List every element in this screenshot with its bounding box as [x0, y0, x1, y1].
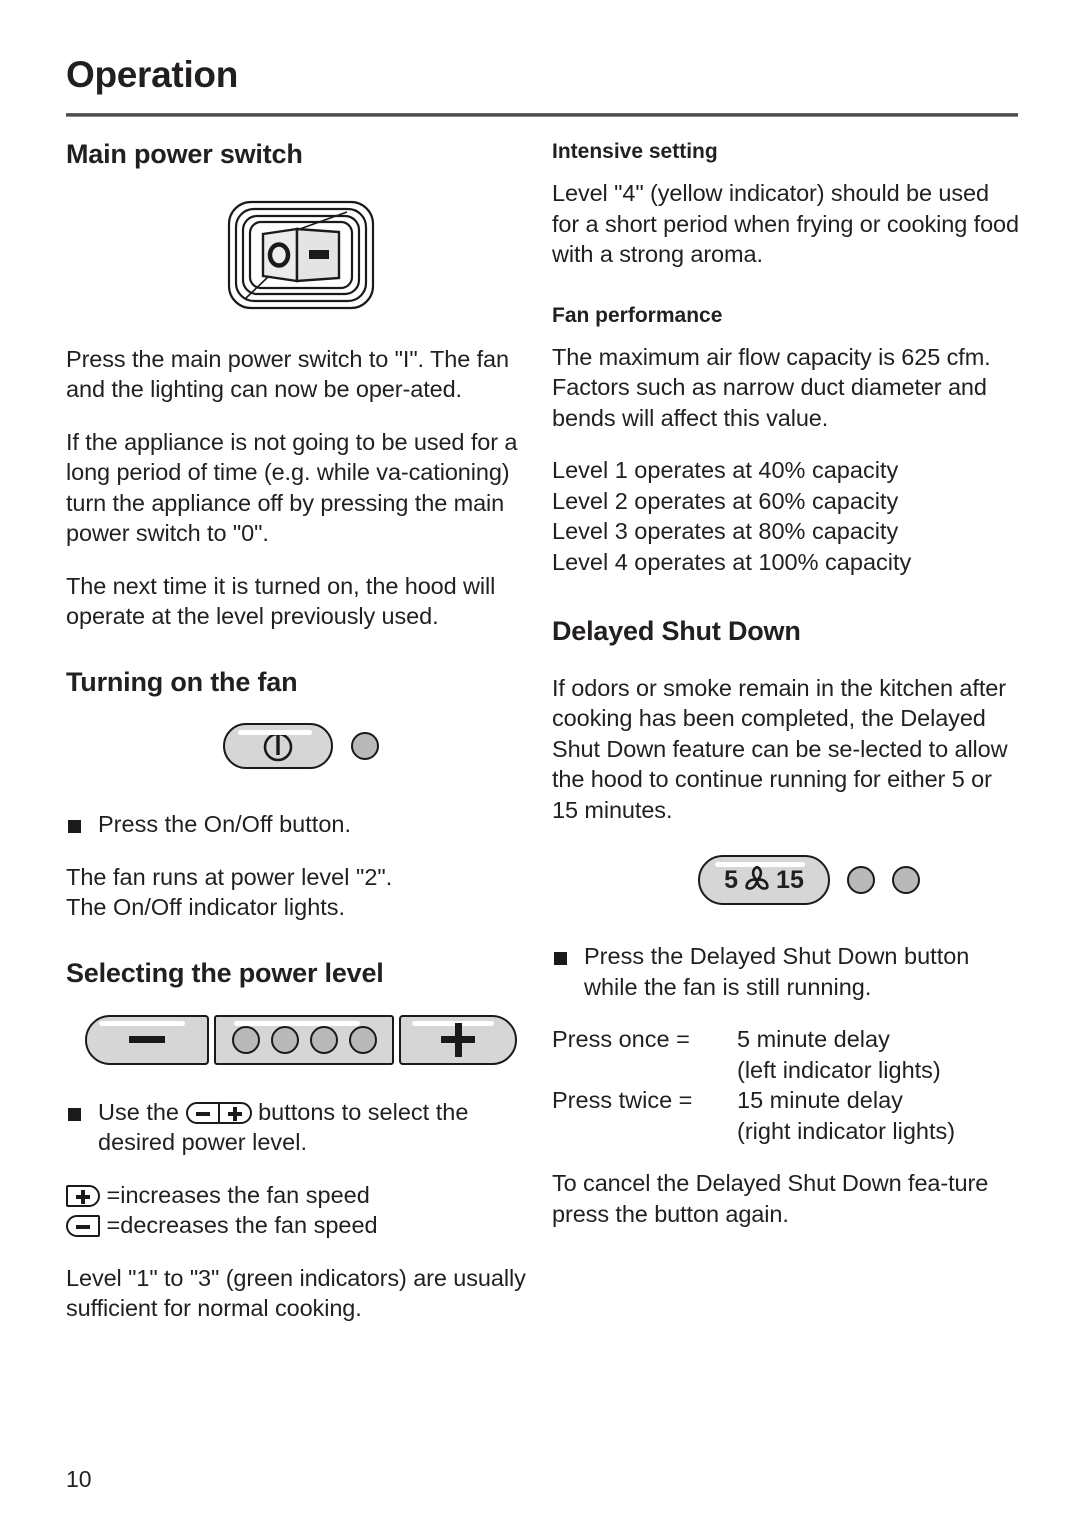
fan-result-lines: The fan runs at power level "2". The On/…: [66, 862, 536, 923]
page-header: Operation: [66, 54, 1016, 95]
press-once-row: Press once = 5 minute delay: [552, 1024, 1022, 1055]
power-plus-button[interactable]: [399, 1014, 517, 1065]
power-level-note: Level "1" to "3" (green indicators) are …: [66, 1264, 526, 1322]
press-twice-sub: (right indicator lights): [737, 1117, 956, 1144]
bullet-use-buttons-line: Use the buttons to select the: [98, 1099, 468, 1125]
main-power-switch-figure: [66, 196, 536, 314]
legend-increase-text: =increases the fan speed: [106, 1181, 370, 1208]
delay-indicator-right: [892, 866, 920, 895]
main-power-paragraph-3: The next time it is turned on, the hood …: [66, 572, 496, 630]
manual-page: Operation Main power switch Press the ma…: [0, 0, 1080, 1529]
plus-symbol-icon: [441, 1022, 475, 1057]
fan-level-capacity-list: Level 1 operates at 40% capacity Level 2…: [552, 455, 1022, 577]
bullet-delayed-line2: while the fan is still running.: [584, 973, 872, 1000]
header-divider: [66, 113, 1018, 117]
fan-level-line-3: Level 3 operates at 80% capacity: [552, 518, 899, 545]
heading-main-power-switch: Main power switch: [66, 139, 303, 169]
delayed-shut-down-button[interactable]: 5 15: [698, 855, 830, 906]
minus-button-inline-icon: [185, 1101, 220, 1124]
page-number: 10: [66, 1466, 92, 1492]
bullet-use-suffix: buttons to select the: [258, 1098, 469, 1125]
plus-legend-icon: [66, 1184, 100, 1207]
legend-decrease-text: =decreases the fan speed: [106, 1212, 378, 1239]
delay-15-label: 15: [776, 865, 804, 894]
bullet-press-on-off-text: Press the On/Off button.: [98, 811, 351, 838]
fan-result-line-1: The fan runs at power level "2".: [66, 863, 393, 890]
bullet-use-buttons-line2: desired power level.: [98, 1129, 307, 1156]
press-once-value: 5 minute delay: [737, 1026, 890, 1053]
bullet-square-icon: [68, 820, 81, 834]
rocker-switch-icon: [223, 196, 379, 314]
press-once-label: Press once =: [552, 1026, 690, 1053]
heading-turning-on-the-fan: Turning on the fan: [66, 666, 298, 697]
delay-5-label: 5: [724, 865, 739, 894]
power-level-indicator-panel: [214, 1014, 394, 1065]
power-level-control-strip: [66, 1014, 536, 1065]
left-column: Main power switch Press the main power s…: [66, 139, 536, 1346]
press-twice-value: 15 minute delay: [737, 1087, 903, 1114]
delayed-shut-down-body: If odors or smoke remain in the kitchen …: [552, 674, 1008, 823]
level-indicator-2: [270, 1025, 299, 1054]
page-title: Operation: [66, 54, 239, 95]
on-off-button-figure: [66, 723, 536, 770]
bullet-press-delayed-shut-down: Press the Delayed Shut Down button while…: [552, 941, 1022, 1002]
fan-level-line-1: Level 1 operates at 40% capacity: [552, 457, 899, 484]
delay-indicator-left: [847, 866, 875, 895]
delayed-shut-down-figure: 5 15: [552, 855, 1022, 906]
heading-intensive-setting: Intensive setting: [552, 140, 718, 163]
legend-row-decrease: =decreases the fan speed: [66, 1210, 536, 1241]
fan-level-line-4: Level 4 operates at 100% capacity: [552, 548, 912, 575]
press-twice-label: Press twice =: [552, 1087, 693, 1114]
plus-button-inline-icon: [217, 1101, 252, 1124]
press-twice-row: Press twice = 15 minute delay: [552, 1085, 1022, 1116]
minus-symbol-icon: [129, 1036, 165, 1044]
power-legend: =increases the fan speed =decreases the …: [66, 1180, 536, 1241]
right-column: Intensive setting Level "4" (yellow indi…: [552, 140, 1022, 1251]
intensive-setting-body: Level "4" (yellow indicator) should be u…: [552, 180, 1019, 268]
bullet-use-buttons: Use the buttons to select the desired po…: [66, 1097, 536, 1158]
bullet-press-on-off: Press the On/Off button.: [66, 809, 536, 840]
heading-fan-performance: Fan performance: [552, 303, 723, 327]
bullet-delayed-line1: Press the Delayed Shut Down button: [584, 943, 970, 970]
minus-legend-icon: [66, 1215, 100, 1238]
main-power-paragraph-2: If the appliance is not going to be used…: [66, 428, 518, 547]
press-once-sub: (left indicator lights): [737, 1056, 941, 1083]
bullet-use-prefix: Use the: [98, 1098, 179, 1125]
delayed-shut-down-cancel-note: To cancel the Delayed Shut Down fea-ture…: [552, 1170, 989, 1227]
bullet-square-icon: [554, 952, 567, 966]
main-power-paragraph-1: Press the main power switch to "I". The …: [66, 345, 509, 403]
fan-result-line-2: The On/Off indicator lights.: [66, 894, 346, 921]
bullet-square-icon: [68, 1107, 81, 1121]
power-symbol-icon: [263, 731, 293, 762]
level-indicator-1: [231, 1025, 260, 1054]
level-indicator-4: [348, 1025, 377, 1054]
power-minus-button[interactable]: [85, 1014, 209, 1065]
level-indicator-3: [309, 1025, 338, 1054]
fan-performance-body: The maximum air flow capacity is 625 cfm…: [552, 343, 991, 431]
press-delay-table: Press once = 5 minute delay (left indica…: [552, 1024, 1022, 1146]
on-off-indicator: [351, 732, 379, 761]
heading-selecting-the-power-level: Selecting the power level: [66, 957, 384, 988]
fan-blade-icon: [745, 866, 769, 891]
fan-level-line-2: Level 2 operates at 60% capacity: [552, 487, 899, 514]
heading-delayed-shut-down: Delayed Shut Down: [552, 616, 801, 647]
legend-row-increase: =increases the fan speed: [66, 1180, 536, 1211]
on-off-button[interactable]: [223, 723, 333, 770]
